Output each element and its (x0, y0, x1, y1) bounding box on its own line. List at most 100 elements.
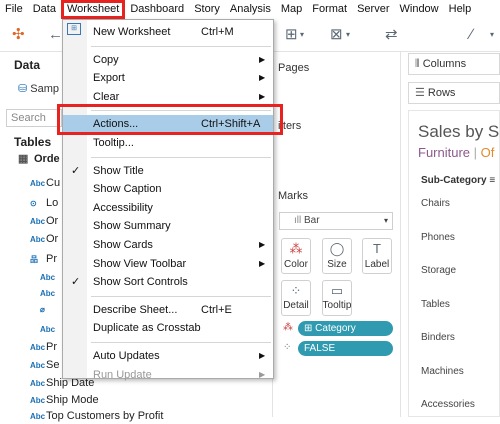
field-label: Se (46, 359, 60, 371)
menu-file[interactable]: File (0, 0, 28, 19)
menu-item-tooltip[interactable]: Tooltip... (63, 134, 273, 152)
chevron-down-icon[interactable]: ▾ (346, 26, 350, 44)
field-label: Top Customers by Profit (46, 410, 164, 422)
menu-map[interactable]: Map (276, 0, 307, 19)
tables-header: Tables (14, 135, 52, 149)
chevron-down-icon[interactable]: ▾ (490, 26, 494, 44)
highlight-pen-icon[interactable]: ∕ (470, 26, 473, 44)
columns-shelf[interactable]: ⫴ Columns (408, 53, 500, 75)
string-field-icon: Abc (30, 396, 46, 405)
chevron-down-icon[interactable]: ▾ (300, 26, 304, 44)
menu-data[interactable]: Data (28, 0, 61, 19)
check-icon: ✓ (71, 276, 81, 289)
menu-item-shortcut: Ctrl+E (201, 303, 232, 316)
menu-item-label: Show Title (93, 164, 144, 177)
field-item[interactable]: ▦ Orde (18, 152, 60, 166)
sheet-subtitle: Furniture | Of (418, 145, 494, 160)
menu-item-accessibility[interactable]: Accessibility (63, 199, 273, 217)
rows-icon: ☰ (415, 87, 428, 99)
menu-item-new-worksheet[interactable]: New Worksheet Ctrl+M (63, 23, 273, 41)
back-arrow-icon[interactable]: ← (48, 26, 63, 44)
rows-shelf[interactable]: ☰ Rows (408, 82, 500, 104)
menu-format[interactable]: Format (307, 0, 352, 19)
clear-sheet-icon[interactable]: ⊠ (330, 26, 343, 44)
menu-item-export[interactable]: Export ▶ (63, 69, 273, 87)
menu-item-copy[interactable]: Copy ▶ (63, 51, 273, 69)
false-pill[interactable]: FALSE (298, 341, 393, 356)
menu-item-label: Duplicate as Crosstab (93, 322, 201, 335)
menu-analysis[interactable]: Analysis (225, 0, 276, 19)
row-label: Phones (421, 231, 455, 243)
row-label: Chairs (421, 198, 450, 209)
submenu-arrow-icon: ▶ (259, 240, 266, 249)
menu-item-show-sort-controls[interactable]: ✓ Show Sort Controls (63, 273, 273, 291)
group-icon: ⌀ (40, 305, 45, 314)
menu-worksheet[interactable]: Worksheet (60, 0, 126, 19)
text-label-icon: T (373, 241, 381, 256)
field-item[interactable]: AbcPr (30, 340, 57, 355)
field-item[interactable]: AbcShip Mode (30, 393, 99, 408)
menu-server[interactable]: Server (352, 0, 394, 19)
menu-separator (91, 45, 271, 47)
annotation-highlight-box (57, 104, 283, 135)
plus-icon: ⊞ (304, 323, 316, 334)
sort-icon[interactable]: ≡ (489, 175, 495, 186)
menu-item-show-caption[interactable]: Show Caption (63, 180, 273, 198)
tooltip-icon: ▭ (330, 283, 344, 298)
string-field-icon: Abc (30, 379, 46, 388)
menu-window[interactable]: Window (395, 0, 444, 19)
detail-encoding-icon: ⁘ (283, 342, 292, 353)
field-item[interactable]: Abc (40, 270, 56, 285)
menu-item-label: Accessibility (93, 201, 153, 214)
data-pane-title: Data (14, 58, 41, 72)
mark-type-select[interactable]: ıll Bar ▾ (279, 212, 393, 230)
color-icon: ⁂ (289, 241, 303, 256)
menu-item-duplicate-as-crosstab[interactable]: Duplicate as Crosstab (63, 319, 273, 337)
menu-item-show-view-toolbar[interactable]: Show View Toolbar ▶ (63, 255, 273, 273)
menu-item-show-title[interactable]: ✓ Show Title (63, 162, 273, 180)
field-item[interactable]: ⌀ (40, 302, 56, 317)
string-field-icon: Abc (30, 217, 46, 226)
string-field-icon: Abc (40, 289, 56, 298)
field-item[interactable]: AbcSe (30, 358, 59, 373)
field-item[interactable]: ⊙ Lo (30, 196, 58, 211)
search-input[interactable]: Search (6, 109, 62, 127)
category-pill[interactable]: ⊞ Category (298, 321, 393, 336)
row-label: Storage (421, 265, 457, 276)
menu-item-show-cards[interactable]: Show Cards ▶ (63, 236, 273, 254)
sheet-title: Sales by Su (418, 122, 500, 141)
pane-divider (400, 52, 401, 417)
menu-item-show-summary[interactable]: Show Summary (63, 217, 273, 235)
submenu-arrow-icon: ▶ (259, 54, 266, 64)
field-item[interactable]: 品 Pr (30, 252, 57, 267)
menu-item-label: Show Cards (93, 239, 153, 251)
size-label: Size (327, 259, 347, 270)
field-item[interactable]: Abc (40, 322, 56, 337)
field-item[interactable]: AbcOr (30, 214, 58, 229)
field-item[interactable]: AbcCu (30, 176, 60, 191)
data-source[interactable]: ⛁ Samp (18, 82, 59, 95)
pages-card-title: Pages (278, 62, 310, 74)
new-worksheet-icon[interactable]: ⊞ (285, 26, 298, 44)
geo-icon: ⊙ (30, 199, 37, 208)
menu-item-label: Describe Sheet... (93, 303, 178, 316)
mark-type-value: Bar (304, 215, 320, 226)
menu-item-describe-sheet[interactable]: Describe Sheet... Ctrl+E (63, 301, 273, 319)
field-item[interactable]: AbcOr (30, 232, 58, 247)
tableau-logo-icon[interactable]: ✣ (12, 26, 25, 44)
field-label: Cu (46, 177, 61, 189)
field-item[interactable]: Abc (40, 286, 56, 301)
string-field-icon: Abc (30, 343, 46, 352)
string-field-icon: Abc (30, 412, 46, 421)
menu-story[interactable]: Story (189, 0, 225, 19)
menu-separator (91, 342, 271, 343)
swap-icon[interactable]: ⇄ (385, 26, 398, 44)
menu-item-label: Show Caption (93, 183, 162, 196)
submenu-arrow-icon: ▶ (259, 351, 266, 360)
menu-item-auto-updates[interactable]: Auto Updates ▶ (63, 347, 273, 365)
field-label: Lo (46, 197, 59, 209)
menu-bar: File Data Worksheet Dashboard Story Analysis M… (0, 0, 500, 19)
menu-dashboard[interactable]: Dashboard (125, 0, 189, 19)
menu-help[interactable]: Help (444, 0, 477, 19)
submenu-arrow-icon: ▶ (259, 369, 266, 379)
